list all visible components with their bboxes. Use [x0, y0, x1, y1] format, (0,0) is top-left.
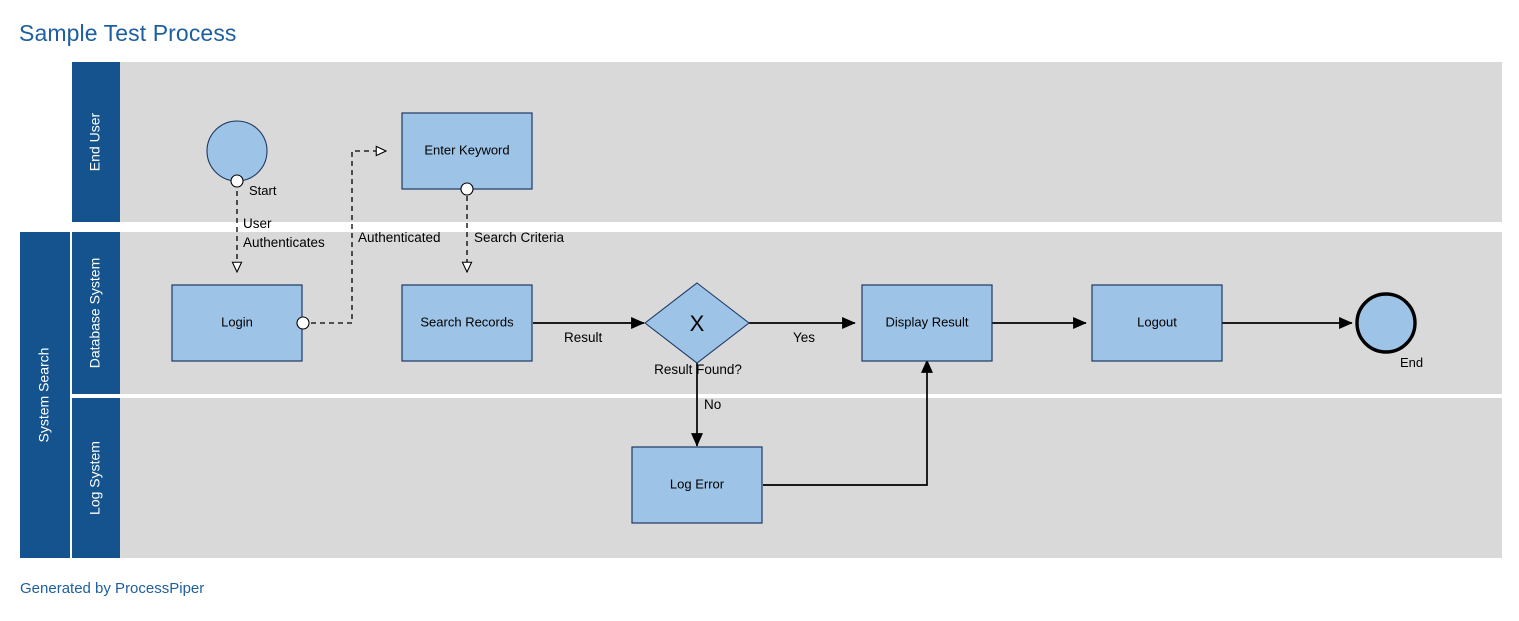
connector-label-yes: Yes [793, 330, 815, 345]
node-label-result-found: Result Found? [654, 362, 742, 377]
lane-label-log-system: Log System [87, 441, 103, 515]
login-connection-point [296, 316, 310, 330]
lane-body-log-system [120, 398, 1502, 558]
node-enter-keyword[interactable]: Enter Keyword [401, 112, 533, 196]
connector-label-user-authenticates-line2: Authenticates [243, 235, 325, 250]
node-label-start: Start [249, 183, 277, 198]
enter-keyword-connection-point [460, 182, 474, 196]
connector-label-result: Result [564, 330, 603, 345]
start-event-shape [206, 120, 268, 182]
pool-end-user: End User [72, 62, 1502, 222]
gateway-x-icon: X [690, 311, 705, 336]
node-label-end: End [1400, 355, 1423, 370]
node-label-search-records: Search Records [420, 314, 514, 329]
node-search-records[interactable]: Search Records [401, 284, 533, 362]
pool-label-system-search: System Search [36, 348, 52, 443]
node-label-log-error: Log Error [670, 476, 725, 491]
connector-label-no: No [704, 397, 721, 412]
node-label-display-result: Display Result [885, 314, 968, 329]
connector-label-authenticated: Authenticated [358, 230, 441, 245]
node-logout[interactable]: Logout [1091, 284, 1223, 362]
node-log-error[interactable]: Log Error [631, 446, 763, 524]
end-event-shape [1355, 292, 1417, 354]
node-display-result[interactable]: Display Result [861, 284, 993, 362]
process-diagram: End User System Search Database System L… [20, 62, 1502, 558]
lane-body-end-user [120, 62, 1502, 222]
node-label-login: Login [221, 314, 253, 329]
lane-body-database-system [120, 232, 1502, 394]
connector-label-search-criteria: Search Criteria [474, 230, 565, 245]
node-login[interactable]: Login [171, 284, 310, 362]
footer-note: Generated by ProcessPiper [20, 580, 205, 597]
node-label-logout: Logout [1137, 314, 1177, 329]
node-label-enter-keyword: Enter Keyword [424, 142, 509, 157]
lane-label-end-user: End User [87, 112, 103, 171]
lane-label-database-system: Database System [87, 258, 103, 369]
connector-label-user-authenticates-line1: User [243, 216, 272, 231]
start-event-connection-point [230, 174, 244, 188]
